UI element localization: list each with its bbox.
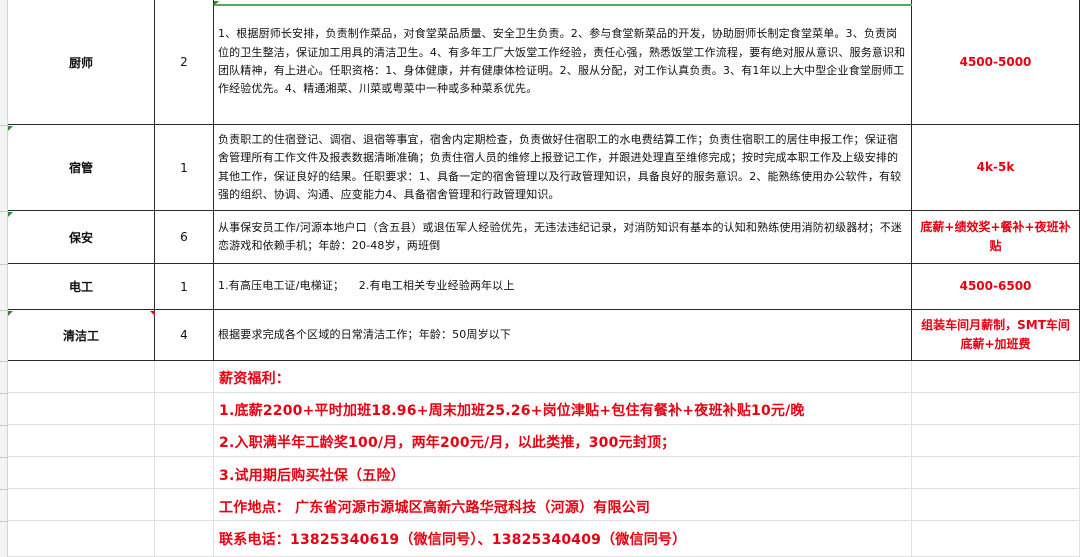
salary-cell[interactable]: 底薪+绩效奖+餐补+夜班补贴 bbox=[912, 211, 1080, 264]
grid-cell[interactable] bbox=[155, 425, 214, 457]
headcount-cell[interactable]: 1 bbox=[155, 264, 214, 310]
contact-phone: 联系电话：13825340619（微信同号）、13825340409（微信同号） bbox=[219, 532, 687, 548]
headcount-cell[interactable]: 2 bbox=[155, 0, 214, 125]
grid-cell[interactable] bbox=[912, 489, 1080, 521]
headcount-cell[interactable]: 6 bbox=[155, 211, 214, 264]
row-divider bbox=[0, 393, 8, 394]
grid-cell[interactable] bbox=[155, 489, 214, 521]
salary-cell[interactable]: 4k-5k bbox=[912, 125, 1080, 211]
description-cell[interactable]: 负责职工的住宿登记、调宿、退宿等事宜，宿舍内定期检查，负责做好住宿职工的水电费结… bbox=[214, 125, 912, 211]
position-cell[interactable]: 厨师 bbox=[8, 0, 155, 125]
grid-cell[interactable] bbox=[155, 361, 214, 393]
grid-cell[interactable] bbox=[912, 361, 1080, 393]
row-divider bbox=[0, 521, 8, 522]
row-divider bbox=[0, 264, 8, 265]
grid-cell[interactable] bbox=[8, 521, 155, 557]
description-cell[interactable]: 1、根据厨师长安排，负责制作菜品，对食堂菜品质量、安全卫生负责。2、参与食堂新菜… bbox=[214, 0, 912, 125]
spreadsheet: 厨师 2 1、根据厨师长安排，负责制作菜品，对食堂菜品质量、安全卫生负责。2、参… bbox=[0, 0, 1080, 557]
row-divider bbox=[0, 425, 8, 426]
position-cell[interactable]: 电工 bbox=[8, 264, 155, 310]
row-divider bbox=[0, 489, 8, 490]
grid-cell[interactable] bbox=[912, 457, 1080, 489]
row-divider bbox=[0, 361, 8, 362]
position-cell[interactable]: 清洁工 bbox=[8, 310, 155, 361]
cell-comment-marker bbox=[8, 311, 13, 316]
grid-cell[interactable] bbox=[8, 457, 155, 489]
salary-cell[interactable]: 4500-6500 bbox=[912, 264, 1080, 310]
headcount-cell[interactable]: 1 bbox=[155, 125, 214, 211]
work-address: 工作地点： 广东省河源市源城区高新六路华冠科技（河源）有限公司 bbox=[219, 500, 651, 516]
grid-cell[interactable] bbox=[912, 425, 1080, 457]
salary-cell[interactable]: 组装车间月薪制，SMT车间底薪+加班费 bbox=[912, 310, 1080, 361]
row-divider bbox=[0, 125, 8, 126]
position-cell[interactable]: 保安 bbox=[8, 211, 155, 264]
description-cell[interactable]: 1.有高压电工证/电梯证； 2.有电工相关专业经验两年以上 bbox=[214, 264, 912, 310]
grid-cell[interactable] bbox=[155, 457, 214, 489]
grid-cell[interactable] bbox=[8, 361, 155, 393]
benefit-line-2: 2.入职满半年工龄奖100/月，两年200元/月，以此类推，300元封顶； bbox=[219, 435, 676, 451]
salary-cell[interactable]: 4500-5000 bbox=[912, 0, 1080, 125]
grid-cell[interactable] bbox=[155, 521, 214, 557]
benefit-line-3: 3.试用期后购买社保（五险） bbox=[219, 468, 405, 484]
row-header-strip bbox=[0, 0, 8, 557]
cell-comment-marker bbox=[8, 126, 13, 131]
benefit-line-1: 1.底薪2200+平时加班18.96+周末加班25.26+岗位津贴+包住有餐补+… bbox=[219, 403, 805, 419]
grid-cell[interactable] bbox=[8, 393, 155, 425]
row-divider bbox=[0, 457, 8, 458]
description-cell[interactable]: 从事保安员工作/河源本地户口（含五县）或退伍军人经验优先，无违法违纪记录，对消防… bbox=[214, 211, 912, 264]
selection-highlight bbox=[214, 0, 912, 6]
position-cell[interactable]: 宿管 bbox=[8, 125, 155, 211]
cell-comment-marker bbox=[150, 311, 155, 316]
grid-cell[interactable] bbox=[912, 521, 1080, 557]
row-divider bbox=[0, 211, 8, 212]
benefits-heading: 薪资福利： bbox=[219, 371, 290, 387]
headcount-cell[interactable]: 4 bbox=[155, 310, 214, 361]
grid-cell[interactable] bbox=[912, 393, 1080, 425]
description-cell[interactable]: 根据要求完成各个区域的日常清洁工作；年龄：50周岁以下 bbox=[214, 310, 912, 361]
grid-cell[interactable] bbox=[214, 361, 912, 393]
grid-cell[interactable] bbox=[8, 425, 155, 457]
cell-comment-marker bbox=[8, 212, 13, 217]
row-divider bbox=[0, 310, 8, 311]
grid-cell[interactable] bbox=[8, 489, 155, 521]
grid-cell[interactable] bbox=[155, 393, 214, 425]
